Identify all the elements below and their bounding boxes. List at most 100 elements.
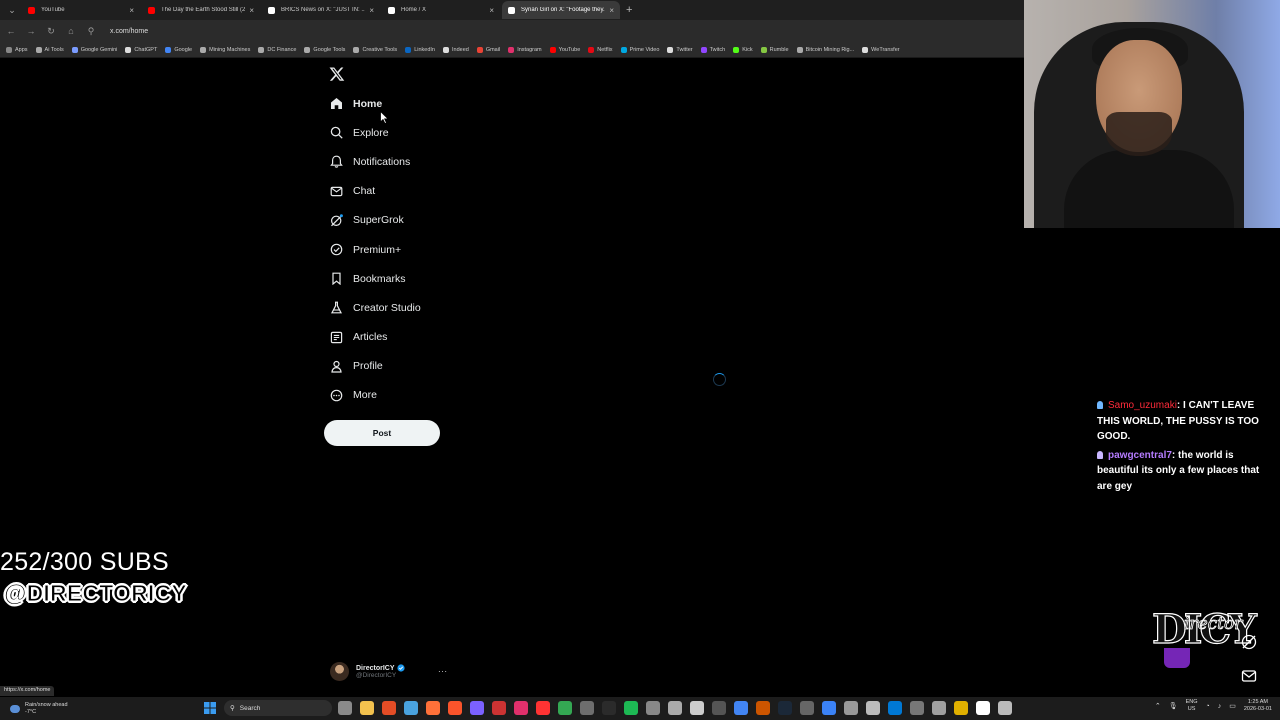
sidebar-item-profile[interactable]: Profile <box>324 352 421 381</box>
grok-float-icon[interactable] <box>1240 633 1258 651</box>
taskbar-app-icon[interactable] <box>756 701 770 715</box>
bookmark-item[interactable]: Instagram <box>508 46 542 53</box>
bookmark-item[interactable]: Rumble <box>760 46 789 53</box>
taskbar-app-icon[interactable] <box>558 701 572 715</box>
bookmark-item[interactable]: Apps <box>6 46 28 53</box>
taskbar-app-icon[interactable] <box>866 701 880 715</box>
close-tab-icon[interactable]: × <box>609 6 614 15</box>
taskbar-app-icon[interactable] <box>778 701 792 715</box>
taskbar-app-icon[interactable] <box>954 701 968 715</box>
sidebar-item-supergrok[interactable]: SuperGrok <box>324 206 421 235</box>
taskbar-app-icon[interactable] <box>932 701 946 715</box>
bookmark-item[interactable]: Twitter <box>667 46 693 53</box>
volume-icon[interactable]: ♪ <box>1218 703 1222 710</box>
sidebar-item-chat[interactable]: Chat <box>324 177 421 206</box>
home-browser-icon[interactable]: ⌂ <box>66 26 76 36</box>
close-tab-icon[interactable]: × <box>489 6 494 15</box>
taskbar-app-icon[interactable] <box>976 701 990 715</box>
windows-start-icon[interactable] <box>204 702 216 714</box>
taskbar-app-icon[interactable] <box>382 701 396 715</box>
forward-icon[interactable]: → <box>26 26 36 36</box>
taskbar-app-icon[interactable] <box>536 701 550 715</box>
taskbar-app-icon[interactable] <box>668 701 682 715</box>
taskbar-app-icon[interactable] <box>624 701 638 715</box>
taskbar-app-icon[interactable] <box>712 701 726 715</box>
close-tab-icon[interactable]: × <box>129 6 134 15</box>
browser-tab[interactable]: BRICS News on X: "JUST IN: ... × <box>262 1 380 19</box>
bookmark-item[interactable]: WeTransfer <box>862 46 900 53</box>
browser-tab[interactable]: Home / X × <box>382 1 500 19</box>
tab-search-icon[interactable]: ⌄ <box>4 2 20 18</box>
bookmark-item[interactable]: Gmail <box>476 46 500 53</box>
sidebar-item-articles[interactable]: Articles <box>324 323 421 352</box>
taskbar-app-icon[interactable] <box>734 701 748 715</box>
bookmark-item[interactable]: LinkedIn <box>405 46 435 53</box>
weather-widget[interactable]: Rain/snow ahead -7°C <box>0 702 200 716</box>
stream-chat-overlay: Samo_uzumaki: I CAN'T LEAVE THIS WORLD, … <box>1097 398 1273 497</box>
sidebar-item-bookmarks[interactable]: Bookmarks <box>324 264 421 293</box>
bookmark-item[interactable]: Google <box>165 46 192 53</box>
taskbar-app-icon[interactable] <box>690 701 704 715</box>
taskbar-app-icon[interactable] <box>910 701 924 715</box>
sidebar-item-home[interactable]: Home <box>324 89 421 118</box>
bookmark-item[interactable]: Bitcoin Mining Rig... <box>796 46 854 53</box>
messages-float-icon[interactable] <box>1240 667 1258 685</box>
taskbar-app-icon[interactable] <box>580 701 594 715</box>
sidebar-item-explore[interactable]: Explore <box>324 118 421 147</box>
taskbar-app-icon[interactable] <box>492 701 506 715</box>
taskbar-app-icon[interactable] <box>470 701 484 715</box>
address-bar[interactable]: x.com/home <box>110 28 148 35</box>
taskbar-app-icon[interactable] <box>844 701 858 715</box>
taskbar-app-icon[interactable] <box>800 701 814 715</box>
bookmark-item[interactable]: Netflix <box>588 46 613 53</box>
bookmark-label: Prime Video <box>629 46 660 53</box>
bookmark-item[interactable]: Prime Video <box>620 46 660 53</box>
bookmark-item[interactable]: DC Finance <box>258 46 296 53</box>
browser-tab[interactable]: Syrian Girl on X: "Footage they... × <box>502 1 620 19</box>
browser-tab[interactable]: YouTube × <box>22 1 140 19</box>
taskbar-app-icon[interactable] <box>646 701 660 715</box>
taskbar-search[interactable]: ⚲ Search <box>224 700 332 716</box>
sidebar-item-more[interactable]: More <box>324 381 421 410</box>
bookmark-item[interactable]: Twitch <box>700 46 725 53</box>
bookmark-item[interactable]: Google Gemini <box>71 46 117 53</box>
close-tab-icon[interactable]: × <box>249 6 254 15</box>
battery-icon[interactable]: ▭ <box>1229 702 1236 710</box>
bookmark-item[interactable]: Indeed <box>442 46 469 53</box>
bookmark-item[interactable]: Ai Tools <box>35 46 64 53</box>
account-switcher[interactable]: DirectorICY @DirectorICY ··· <box>330 662 450 681</box>
taskbar-app-icon[interactable] <box>822 701 836 715</box>
sidebar-item-creator-studio[interactable]: Creator Studio <box>324 293 421 322</box>
bookmark-item[interactable]: Mining Machines <box>200 46 250 53</box>
taskbar-app-icon[interactable] <box>338 701 352 715</box>
taskbar-app-icon[interactable] <box>602 701 616 715</box>
bookmark-item[interactable]: YouTube <box>549 46 580 53</box>
new-tab-button[interactable]: + <box>626 4 632 16</box>
taskbar-app-icon[interactable] <box>360 701 374 715</box>
taskbar-app-icon[interactable] <box>998 701 1012 715</box>
bookmark-item[interactable]: Kick <box>733 46 753 53</box>
browser-tab[interactable]: The Day the Earth Stood Still (2... × <box>142 1 260 19</box>
site-info-icon[interactable]: ⚲ <box>86 26 96 37</box>
sidebar-item-premium[interactable]: Premium+ <box>324 235 421 264</box>
reload-icon[interactable]: ↻ <box>46 26 56 37</box>
tray-chevron-icon[interactable]: ⌃ <box>1155 702 1161 710</box>
close-tab-icon[interactable]: × <box>369 6 374 15</box>
back-icon[interactable]: ← <box>6 26 16 36</box>
taskbar-app-icon[interactable] <box>426 701 440 715</box>
bookmark-item[interactable]: Creative Tools <box>353 46 397 53</box>
tray-mic-icon[interactable]: 🎙 <box>1169 702 1178 710</box>
post-button[interactable]: Post <box>324 420 440 446</box>
bookmark-item[interactable]: ChatGPT <box>125 46 157 53</box>
language-indicator[interactable]: ENG US <box>1186 699 1198 713</box>
more-options-icon[interactable]: ··· <box>438 667 448 676</box>
taskbar-app-icon[interactable] <box>404 701 418 715</box>
taskbar-app-icon[interactable] <box>514 701 528 715</box>
clock[interactable]: 1:25 AM 2026-03-01 <box>1244 699 1272 713</box>
x-logo-icon[interactable] <box>329 66 345 82</box>
taskbar-app-icon[interactable] <box>888 701 902 715</box>
wifi-icon[interactable]: ◔ <box>1206 703 1210 710</box>
bookmark-item[interactable]: Google Tools <box>304 46 345 53</box>
taskbar-app-icon[interactable] <box>448 701 462 715</box>
sidebar-item-notifications[interactable]: Notifications <box>324 147 421 176</box>
